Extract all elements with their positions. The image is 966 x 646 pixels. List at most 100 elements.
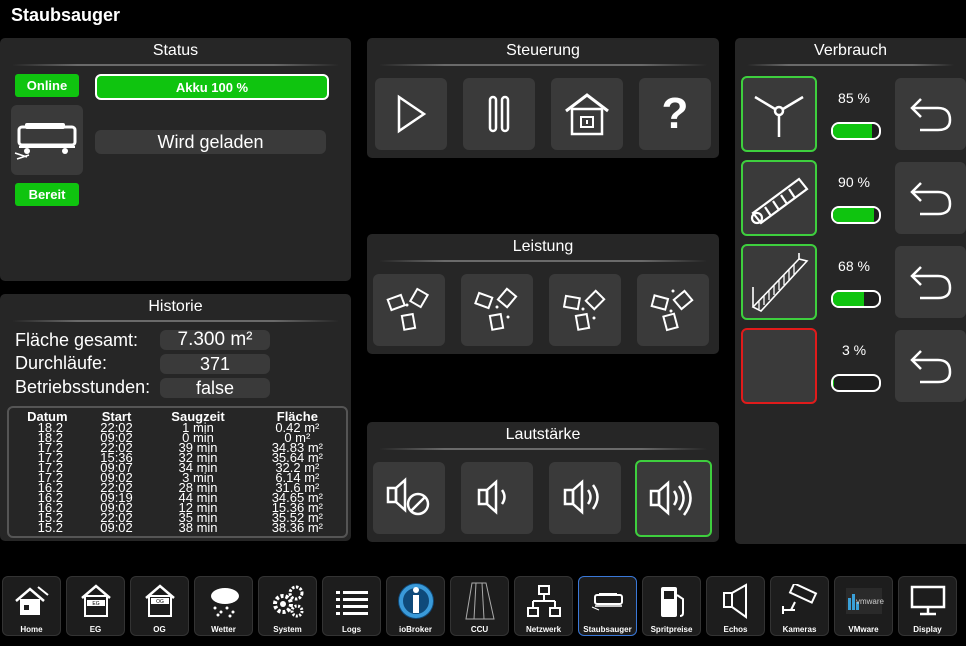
undo-arrow-icon — [909, 350, 951, 384]
nav-button-vmware[interactable]: vmware VMware — [834, 576, 893, 636]
main-brush-level-bar — [831, 206, 881, 224]
nav-button-spritpreise[interactable]: Spritpreise — [642, 576, 701, 636]
control-panel: Steuerung ? — [367, 38, 719, 158]
nav-label: VMware — [848, 625, 879, 634]
status-panel: Status Online Akku 100 % Wird geladen Be… — [0, 38, 351, 281]
power-title: Leistung — [512, 238, 574, 255]
nav-label: ioBroker — [399, 625, 432, 634]
monitor-icon — [899, 581, 956, 621]
history-table[interactable]: Datum Start Saugzeit Fläche 18.2 22:02 1 m… — [7, 406, 348, 538]
fan-level-3-icon — [562, 289, 606, 331]
level-fill — [833, 124, 873, 138]
nav-button-netzwerk[interactable]: Netzwerk — [514, 576, 573, 636]
volume-mute-button[interactable] — [373, 462, 445, 534]
ready-badge: Bereit — [15, 183, 79, 206]
fan-level-1-icon — [386, 287, 430, 331]
nav-button-staubsauger[interactable]: Staubsauger — [578, 576, 637, 636]
nav-button-home[interactable]: Home — [2, 576, 61, 636]
volume-low-button[interactable] — [461, 462, 533, 534]
table-cell: 38 min — [178, 520, 218, 535]
filter-level-bar — [831, 290, 881, 308]
vmware-icon: vmware — [835, 581, 892, 621]
locate-button[interactable]: ? — [639, 78, 711, 150]
operating-hours-value: false — [160, 378, 270, 398]
status-title: Status — [152, 42, 199, 59]
reset-side-brush-button[interactable] — [895, 78, 966, 150]
main-brush-icon — [750, 177, 809, 225]
list-icon — [323, 581, 380, 621]
nav-button-wetter[interactable]: Wetter — [194, 576, 253, 636]
nav-label: Logs — [341, 625, 362, 634]
side-brush-tile — [741, 76, 817, 152]
nav-label: Staubsauger — [583, 625, 632, 634]
fuel-icon — [643, 581, 700, 621]
nav-label: EG — [89, 625, 102, 634]
pause-button[interactable] — [463, 78, 535, 150]
speaker-medium-icon — [563, 479, 599, 515]
side-brush-level-bar — [831, 122, 881, 140]
nav-label: Echos — [723, 625, 748, 634]
ground-floor-icon: EG — [67, 581, 124, 621]
nav-label: Kameras — [782, 625, 817, 634]
nav-button-ccu[interactable]: CCU — [450, 576, 509, 636]
nav-label: Display — [913, 625, 942, 634]
volume-medium-button[interactable] — [549, 462, 621, 534]
online-badge: Online — [15, 74, 79, 97]
divider — [379, 64, 707, 66]
nav-button-echos[interactable]: Echos — [706, 576, 765, 636]
nav-label: Netzwerk — [525, 625, 562, 634]
consumption-panel: Verbrauch 85 % 90 % 68 % 3 % — [735, 38, 966, 544]
power-level-2-button[interactable] — [461, 274, 533, 346]
table-cell: 15.2 — [37, 520, 63, 535]
area-total-value: 7.300 m² — [160, 329, 270, 350]
home-dock-icon — [565, 93, 609, 136]
operating-hours-label: Betriebsstunden: — [15, 377, 151, 397]
power-level-4-button[interactable] — [637, 274, 709, 346]
fan-level-2-icon — [474, 287, 518, 331]
reset-main-brush-button[interactable] — [895, 162, 966, 234]
runs-label: Durchläufe: — [15, 353, 108, 373]
volume-high-button[interactable] — [635, 460, 712, 537]
vacuum-state: Wird geladen — [95, 130, 326, 154]
divider — [12, 320, 339, 322]
pause-icon — [488, 95, 510, 133]
nav-button-kameras[interactable]: Kameras — [770, 576, 829, 636]
nav-button-og[interactable]: OG OG — [130, 576, 189, 636]
power-level-1-button[interactable] — [373, 274, 445, 346]
nav-label: System — [273, 625, 302, 634]
upper-floor-icon: OG — [131, 581, 188, 621]
reset-sensor-button[interactable] — [895, 330, 966, 402]
sensor-level-bar — [831, 374, 881, 392]
divider — [747, 64, 954, 66]
divider — [379, 448, 707, 450]
nav-button-logs[interactable]: Logs — [322, 576, 381, 636]
svg-text:vmware: vmware — [855, 597, 884, 606]
nav-button-system[interactable]: System — [258, 576, 317, 636]
consumption-title: Verbrauch — [814, 42, 887, 59]
divider — [379, 260, 707, 262]
play-button[interactable] — [375, 78, 447, 150]
ccu-icon — [451, 581, 508, 621]
nav-button-eg[interactable]: EG EG — [66, 576, 125, 636]
level-fill — [833, 292, 865, 306]
level-fill — [833, 208, 875, 222]
filter-percent: 68 % — [838, 258, 870, 274]
side-brush-icon — [754, 95, 804, 137]
history-panel: Historie Fläche gesamt: 7.300 m² Durchlä… — [0, 294, 351, 541]
home-icon — [3, 581, 60, 621]
question-icon: ? — [661, 89, 689, 138]
power-level-3-button[interactable] — [549, 274, 621, 346]
vacuum-robot-icon — [14, 123, 77, 160]
play-icon — [397, 94, 427, 134]
dock-button[interactable] — [551, 78, 623, 150]
undo-arrow-icon — [909, 98, 951, 132]
svg-text:EG: EG — [92, 601, 99, 607]
network-icon — [515, 581, 572, 621]
table-row: 15.2 09:02 38 min 38.36 m² — [9, 520, 346, 535]
sensor-tile — [741, 328, 817, 404]
sensor-percent: 3 % — [841, 342, 867, 358]
reset-filter-button[interactable] — [895, 246, 966, 318]
nav-button-display[interactable]: Display — [898, 576, 957, 636]
vacuum-icon — [579, 581, 636, 621]
nav-button-iobroker[interactable]: ioBroker — [386, 576, 445, 636]
